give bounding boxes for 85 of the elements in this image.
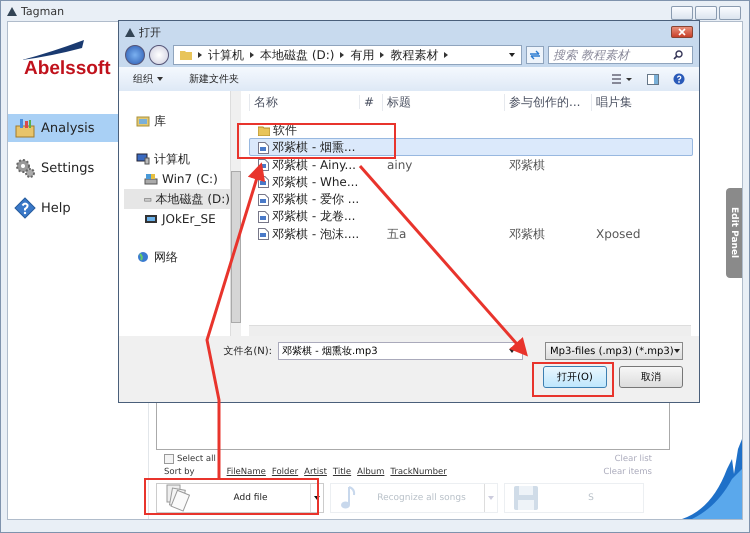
forward-button[interactable] <box>149 45 169 65</box>
file-name: 邓紫棋 - 泡沫.... <box>272 226 360 243</box>
caret-icon <box>157 77 163 82</box>
file-row[interactable]: 邓紫棋 - 爱你 ... <box>249 190 693 208</box>
back-button[interactable] <box>125 45 145 65</box>
sort-link[interactable]: TrackNumber <box>390 467 447 477</box>
caret-icon <box>488 496 494 500</box>
file-row[interactable]: 邓紫棋 - 烟熏... <box>249 138 693 156</box>
file-type-dropdown[interactable]: Mp3-files (.mp3) (*.mp3) <box>545 342 683 360</box>
field-label: 文件名(N): <box>223 344 272 358</box>
sort-link[interactable]: FileName <box>226 467 266 477</box>
dialog-button[interactable]: 打开(O) <box>543 366 607 388</box>
audio-file-icon <box>258 210 269 223</box>
table-cell: 邓紫棋 <box>509 158 545 172</box>
checkbox[interactable] <box>164 454 174 464</box>
folder-icon <box>180 49 192 61</box>
logo: Abelssoft <box>24 58 111 80</box>
breadcrumb-item[interactable]: 有用 <box>350 46 374 64</box>
help-icon[interactable] <box>673 73 685 85</box>
file-name: 邓紫棋 - Ainy... <box>272 156 356 174</box>
app-icon <box>7 6 17 16</box>
sort-link[interactable]: Artist <box>304 467 327 477</box>
table-cell: 邓紫棋 <box>509 226 545 241</box>
audio-file-icon <box>258 142 269 154</box>
toolbar-button[interactable]: Add file <box>156 483 324 513</box>
dialog-button[interactable]: 取消 <box>619 366 683 388</box>
file-name: 邓紫棋 - Whe... <box>272 174 358 191</box>
table-cell: ainy <box>387 158 412 172</box>
file-row[interactable]: 软件 <box>249 121 693 138</box>
column-header[interactable]: # <box>359 95 382 109</box>
file-name: 邓紫棋 - 爱你 ... <box>272 191 360 208</box>
caret-icon <box>314 496 320 500</box>
checkbox-label: Select all <box>177 454 216 464</box>
gear-icon <box>14 157 36 179</box>
file-name: 邓紫棋 - 龙卷... <box>272 208 356 226</box>
file-name: 邓紫棋 - 烟熏... <box>272 139 356 156</box>
sort-label: Sort by <box>164 467 195 477</box>
column-header[interactable]: 标题 <box>382 94 504 110</box>
search-field[interactable]: 搜索 教程素材 <box>548 46 693 64</box>
column-header[interactable]: 参与创作的... <box>504 94 591 110</box>
nav-item[interactable]: 网络 <box>124 247 230 267</box>
computer-icon <box>136 153 150 165</box>
dropdown-icon[interactable] <box>509 53 515 57</box>
audio-file-icon <box>258 194 269 206</box>
sort-link[interactable]: Album <box>357 467 384 477</box>
sort-link[interactable]: Folder <box>272 467 298 477</box>
scrollbar-thumb[interactable] <box>231 171 241 323</box>
folder-icon <box>258 125 270 136</box>
table-cell: Xposed <box>596 227 640 242</box>
command-button[interactable]: 新建文件夹 <box>189 72 239 86</box>
documents-icon <box>165 484 191 512</box>
close-icon <box>678 28 686 36</box>
help-icon <box>14 197 36 219</box>
audio-file-icon <box>258 228 269 240</box>
command-button[interactable]: 组织 <box>133 72 163 86</box>
search-icon <box>673 50 683 60</box>
file-row[interactable]: 邓紫棋 - 龙卷... <box>249 207 693 225</box>
file-name: 软件 <box>273 122 297 139</box>
window-title: Tagman <box>21 4 64 18</box>
sort-link[interactable]: Title <box>332 467 352 477</box>
media-drive-icon <box>144 213 158 225</box>
refresh-icon <box>529 50 541 60</box>
dialog-title: 打开 <box>139 24 161 40</box>
nav-item[interactable]: 本地磁盘 (D:) <box>124 189 230 209</box>
preview-pane-icon[interactable] <box>647 74 659 84</box>
column-header[interactable]: 名称 <box>249 94 359 110</box>
breadcrumb-item[interactable]: 本地磁盘 (D:) <box>260 46 334 64</box>
app-icon <box>125 28 135 36</box>
toolbox-icon <box>14 117 36 139</box>
horizontal-scrollbar[interactable] <box>249 325 691 336</box>
swoosh-icon <box>22 40 84 62</box>
table-cell: 五a <box>387 226 406 241</box>
file-name-field[interactable]: 邓紫棋 - 烟熏妆.mp3 <box>278 342 523 360</box>
address-bar[interactable]: 计算机 本地磁盘 (D:) 有用 教程素材 <box>173 45 522 65</box>
refresh-button[interactable] <box>526 46 544 64</box>
file-row[interactable]: 邓紫棋 - Whe... <box>249 172 693 190</box>
column-header[interactable]: 唱片集 <box>591 94 699 110</box>
drive-icon <box>144 173 158 185</box>
breadcrumb-item[interactable]: 教程素材 <box>390 46 438 64</box>
globe-icon <box>136 251 150 263</box>
file-row[interactable]: 邓紫棋 - Ainy... ainy 邓紫棋 <box>249 156 693 173</box>
file-row[interactable]: 邓紫棋 - 泡沫.... 五a 邓紫棋 Xposed <box>249 224 693 242</box>
view-options-icon[interactable] <box>611 74 633 84</box>
breadcrumb-item[interactable]: 计算机 <box>208 46 244 64</box>
library-icon <box>136 115 150 127</box>
